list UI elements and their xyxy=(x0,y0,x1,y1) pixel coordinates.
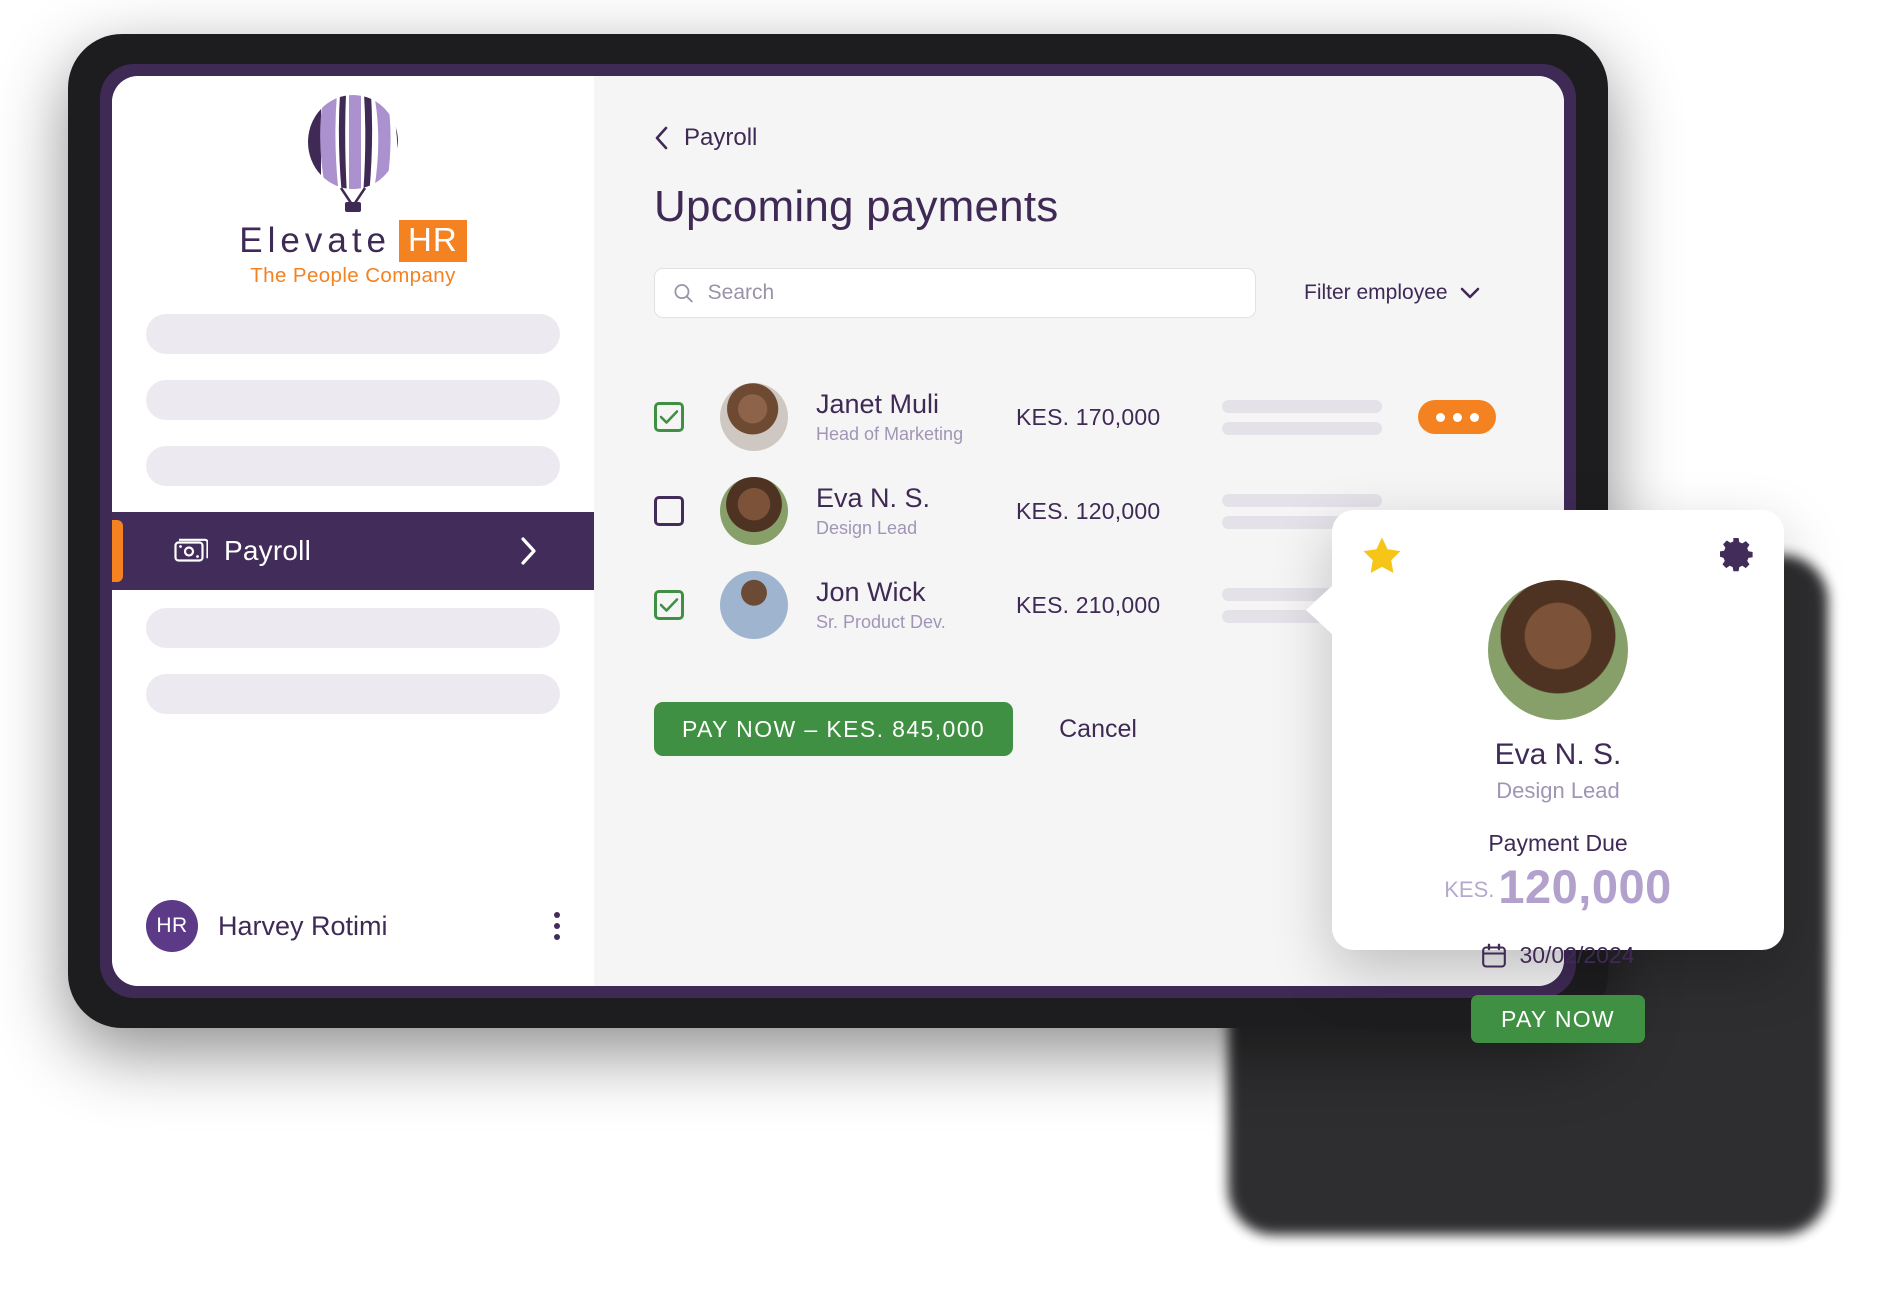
popup-employee-role: Design Lead xyxy=(1496,778,1620,803)
popup-action-bar: PAY NOW xyxy=(1362,995,1754,1043)
calendar-icon xyxy=(1482,943,1507,968)
chevron-right-icon xyxy=(521,537,536,565)
row-checkbox[interactable] xyxy=(654,590,684,620)
employee-name: Jon Wick xyxy=(816,577,926,607)
table-row[interactable]: Janet Muli Head of Marketing KES. 170,00… xyxy=(654,370,1564,464)
popup-amount-value: 120,000 xyxy=(1498,860,1672,913)
employee-amount: KES. 210,000 xyxy=(1016,591,1161,618)
kebab-menu-icon[interactable] xyxy=(554,912,560,940)
sidebar: Elevate HR The People Company Payroll HR… xyxy=(112,76,594,986)
search-icon xyxy=(674,284,693,303)
popup-payment-due-label: Payment Due xyxy=(1488,830,1628,856)
employee-avatar xyxy=(720,571,788,639)
page-title: Upcoming payments xyxy=(654,182,1059,231)
sidebar-item-placeholder-1[interactable] xyxy=(146,314,560,354)
employee-role: Design Lead xyxy=(816,518,918,538)
popup-date-row: 30/02/2024 xyxy=(1362,942,1754,969)
logo-tagline: The People Company xyxy=(250,264,456,287)
employee-name: Janet Muli xyxy=(816,389,940,419)
breadcrumb[interactable]: Payroll xyxy=(654,124,1564,152)
employee-identity: Janet Muli Head of Marketing xyxy=(816,389,1006,445)
logo-wordmark: Elevate xyxy=(239,221,392,260)
chevron-down-icon xyxy=(1460,287,1479,299)
gear-icon[interactable] xyxy=(1718,536,1754,572)
checkmark-icon xyxy=(659,410,679,424)
sidebar-item-payroll[interactable]: Payroll xyxy=(112,512,594,590)
employee-name: Eva N. S. xyxy=(816,483,931,513)
employee-role: Sr. Product Dev. xyxy=(816,612,946,632)
row-placeholder-bars xyxy=(1222,399,1382,435)
checkmark-icon xyxy=(659,598,679,612)
employee-avatar xyxy=(720,383,788,451)
star-icon[interactable] xyxy=(1362,536,1402,574)
filter-employee-label: Filter employee xyxy=(1304,281,1448,304)
sidebar-item-placeholder-2[interactable] xyxy=(146,380,560,420)
employee-amount: KES. 120,000 xyxy=(1016,497,1161,524)
sidebar-item-placeholder-4[interactable] xyxy=(146,608,560,648)
popup-amount: KES.120,000 xyxy=(1362,859,1754,914)
banknote-icon xyxy=(174,538,208,562)
chevron-left-icon[interactable] xyxy=(654,125,670,151)
employee-role: Head of Marketing xyxy=(816,424,964,444)
popup-pay-now-button[interactable]: PAY NOW xyxy=(1471,995,1645,1043)
popup-tail xyxy=(1306,584,1334,636)
search-box[interactable] xyxy=(654,268,1256,318)
sidebar-user-row[interactable]: HR Harvey Rotimi xyxy=(112,900,594,952)
popup-header xyxy=(1362,536,1754,574)
row-checkbox[interactable] xyxy=(654,402,684,432)
screenshot-root: Elevate HR The People Company Payroll HR… xyxy=(0,0,1904,1292)
sidebar-item-label: Payroll xyxy=(224,535,311,566)
filter-employee-dropdown[interactable]: Filter employee xyxy=(1304,281,1480,305)
employee-amount: KES. 170,000 xyxy=(1016,403,1161,430)
search-input[interactable] xyxy=(707,281,1237,305)
popup-currency: KES. xyxy=(1444,877,1495,902)
logo-hr-badge: HR xyxy=(399,220,467,262)
pay-now-button[interactable]: PAY NOW – KES. 845,000 xyxy=(654,702,1014,756)
toolbar: Filter employee xyxy=(654,268,1564,318)
employee-identity: Jon Wick Sr. Product Dev. xyxy=(816,577,1006,633)
row-checkbox[interactable] xyxy=(654,496,684,526)
active-indicator-bar xyxy=(112,520,123,582)
cancel-button[interactable]: Cancel xyxy=(1059,715,1137,744)
user-name: Harvey Rotimi xyxy=(218,910,388,941)
popup-employee-photo xyxy=(1488,580,1628,720)
popup-date-value: 30/02/2024 xyxy=(1519,942,1635,968)
sidebar-item-placeholder-5[interactable] xyxy=(146,674,560,714)
employee-detail-popup: Eva N. S. Design Lead Payment Due KES.12… xyxy=(1306,510,1784,1043)
breadcrumb-label: Payroll xyxy=(684,124,758,151)
employee-identity: Eva N. S. Design Lead xyxy=(816,483,1006,539)
brand-logo[interactable]: Elevate HR The People Company xyxy=(112,76,594,288)
more-options-icon[interactable] xyxy=(1418,400,1496,434)
avatar: HR xyxy=(146,900,198,952)
employee-avatar xyxy=(720,477,788,545)
popup-employee-name: Eva N. S. xyxy=(1494,738,1622,771)
hot-air-balloon-icon xyxy=(306,94,400,212)
sidebar-item-placeholder-3[interactable] xyxy=(146,446,560,486)
sidebar-nav: Payroll xyxy=(112,314,594,714)
